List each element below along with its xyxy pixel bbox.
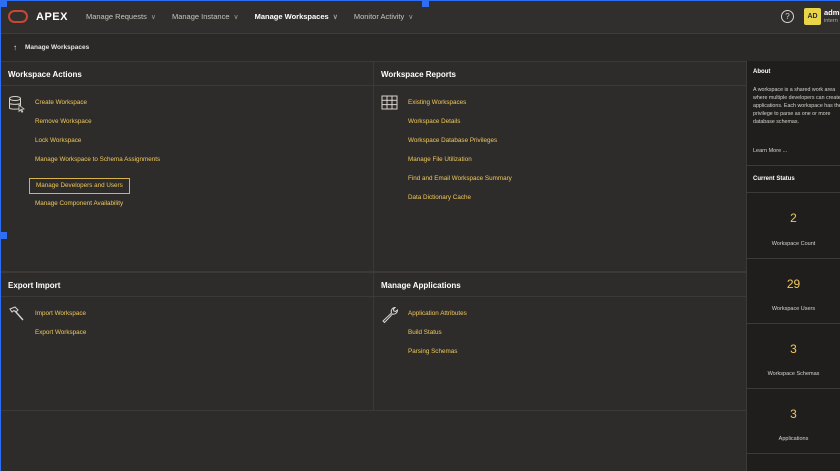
chevron-down-icon: ∨ <box>332 13 338 21</box>
developers-users-link[interactable]: Manage Developers and Users <box>29 178 130 194</box>
current-status-title: Current Status <box>753 176 795 182</box>
build-status-link[interactable]: Build Status <box>408 328 467 347</box>
workspace-users-value: 29 <box>786 277 801 291</box>
export-import-links: Import Workspace Export Workspace <box>35 309 86 347</box>
workspace-count-value: 2 <box>790 211 797 225</box>
region-title: Workspace Actions <box>8 70 82 79</box>
about-title: About <box>753 69 771 75</box>
export-import-region: Export Import Import Workspace Export Wo… <box>0 272 374 411</box>
parsing-schemas-link[interactable]: Parsing Schemas <box>408 347 467 366</box>
help-icon[interactable]: ? <box>781 10 794 23</box>
oracle-logo-icon <box>8 10 28 23</box>
breadcrumb-label: Manage Workspaces <box>25 44 90 51</box>
apex-logo[interactable]: APEX <box>8 10 68 23</box>
divider <box>747 258 840 259</box>
import-workspace-link[interactable]: Import Workspace <box>35 309 86 328</box>
nav-manage-workspaces[interactable]: Manage Workspaces ∨ <box>255 12 338 21</box>
nav-label: Manage Instance <box>171 12 230 21</box>
divider <box>374 296 746 297</box>
about-text: A workspace is a shared work area where … <box>753 87 840 125</box>
application-attributes-link[interactable]: Application Attributes <box>408 309 467 328</box>
divider <box>747 165 840 166</box>
chevron-down-icon: ∨ <box>408 13 414 21</box>
workspace-schemas-label: Workspace Schemas <box>767 371 820 377</box>
side-panel: About A workspace is a shared work area … <box>747 61 840 471</box>
resize-handle[interactable] <box>422 0 429 7</box>
existing-workspaces-link[interactable]: Existing Workspaces <box>408 98 512 117</box>
workspace-details-link[interactable]: Workspace Details <box>408 117 512 136</box>
divider <box>374 85 746 86</box>
arrow-up-icon[interactable]: ↑ <box>13 43 17 52</box>
chevron-down-icon: ∨ <box>150 13 156 21</box>
create-workspace-link[interactable]: Create Workspace <box>35 98 160 117</box>
avatar[interactable]: AD <box>804 8 821 25</box>
file-utilization-link[interactable]: Manage File Utilization <box>408 155 512 174</box>
selection-frame <box>0 0 840 1</box>
chevron-down-icon: ∨ <box>233 13 239 21</box>
nav-monitor-activity[interactable]: Monitor Activity ∨ <box>354 12 414 21</box>
remove-workspace-link[interactable]: Remove Workspace <box>35 117 160 136</box>
divider <box>1 296 373 297</box>
workspace-reports-links: Existing Workspaces Workspace Details Wo… <box>408 98 512 212</box>
divider <box>1 85 373 86</box>
applications-value: 3 <box>790 407 797 421</box>
divider <box>747 388 840 389</box>
table-grid-icon <box>381 95 398 110</box>
workspace-reports-region: Workspace Reports Existing Workspaces Wo… <box>373 61 747 272</box>
nav-label: Manage Requests <box>85 12 147 21</box>
lock-workspace-link[interactable]: Lock Workspace <box>35 136 160 155</box>
region-title: Workspace Reports <box>381 70 456 79</box>
nav-manage-instance[interactable]: Manage Instance ∨ <box>172 12 239 21</box>
workspace-users-label: Workspace Users <box>771 306 816 312</box>
nav-label: Manage Workspaces <box>254 12 329 21</box>
workspace-schemas-value: 3 <box>790 342 797 356</box>
database-icon <box>9 96 25 113</box>
region-title: Manage Applications <box>381 281 461 290</box>
user-name[interactable]: admi <box>824 8 840 17</box>
component-availability-link[interactable]: Manage Component Availability <box>35 199 160 218</box>
export-workspace-link[interactable]: Export Workspace <box>35 328 86 347</box>
data-dictionary-cache-link[interactable]: Data Dictionary Cache <box>408 193 512 212</box>
app-name: APEX <box>36 10 68 23</box>
nav-label: Monitor Activity <box>353 12 405 21</box>
manage-applications-links: Application Attributes Build Status Pars… <box>408 309 467 366</box>
schema-assignments-link[interactable]: Manage Workspace to Schema Assignments <box>35 155 160 174</box>
nav-manage-requests[interactable]: Manage Requests ∨ <box>86 12 156 21</box>
applications-label: Applications <box>778 436 809 442</box>
learn-more-link[interactable]: Learn More ... <box>753 148 787 154</box>
email-summary-link[interactable]: Find and Email Workspace Summary <box>408 174 512 193</box>
main-nav: Manage Requests ∨ Manage Instance ∨ Manage… <box>86 12 429 21</box>
top-bar: APEX Manage Requests ∨ Manage Instance ∨ M… <box>0 0 840 34</box>
manage-applications-region: Manage Applications Application Attribut… <box>373 272 747 411</box>
database-privileges-link[interactable]: Workspace Database Privileges <box>408 136 512 155</box>
resize-handle[interactable] <box>0 232 7 239</box>
breadcrumb: ↑ Manage Workspaces <box>13 43 89 52</box>
divider <box>747 192 840 193</box>
workspace-actions-region: Workspace Actions Create Workspace Remov… <box>0 61 374 272</box>
workspace-count-label: Workspace Count <box>771 241 816 247</box>
wrench-icon <box>382 306 398 324</box>
region-title: Export Import <box>8 281 61 290</box>
hammer-icon <box>9 306 24 321</box>
user-subtitle: intern <box>824 18 838 24</box>
resize-handle[interactable] <box>0 0 7 7</box>
workspace-actions-links: Create Workspace Remove Workspace Lock W… <box>29 98 160 218</box>
divider <box>747 453 840 454</box>
empty-region <box>0 410 747 471</box>
divider <box>747 323 840 324</box>
